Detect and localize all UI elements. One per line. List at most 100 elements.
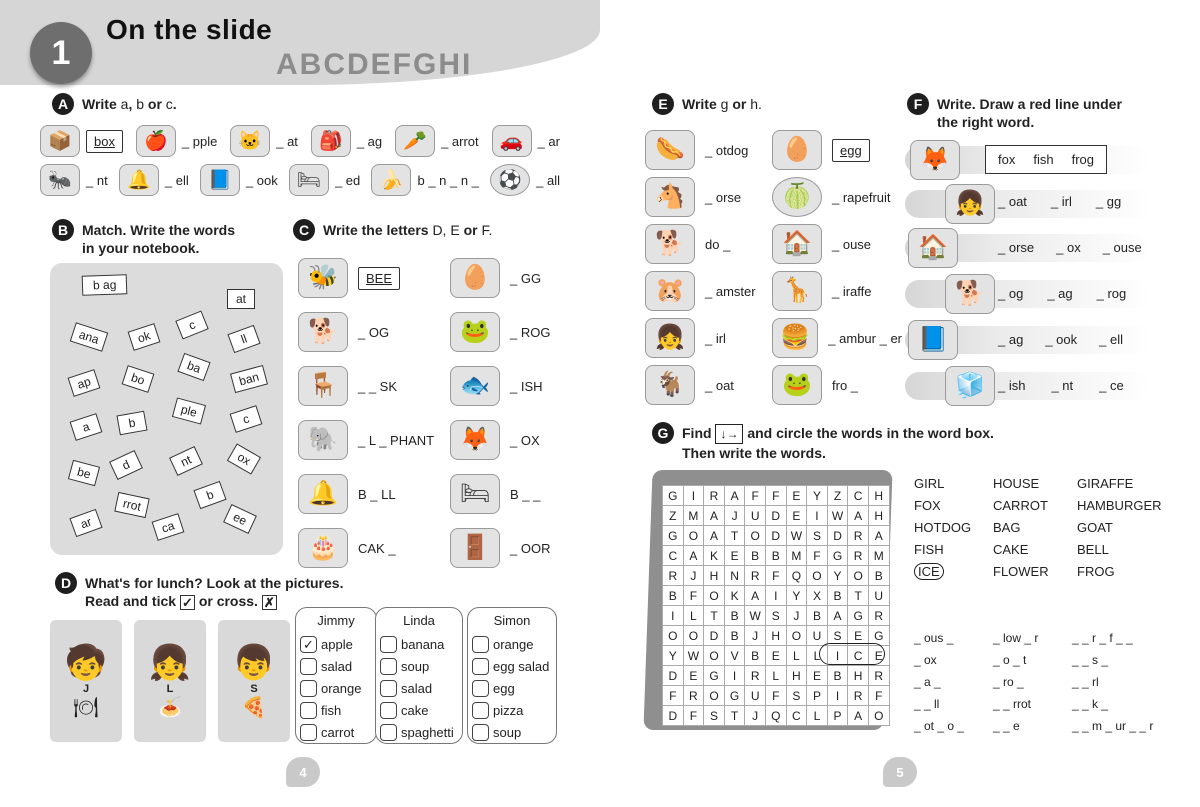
syllable-card[interactable]: ox [226,443,262,475]
e-word[interactable]: _ iraffe [832,284,872,299]
wordsearch-cell[interactable]: O [744,525,766,546]
blank-word[interactable]: _ _ rrot [993,693,1072,715]
wordsearch-cell[interactable]: I [826,685,849,706]
checkbox[interactable] [472,657,489,675]
syllable-card[interactable]: ba [177,352,211,382]
wordsearch-cell[interactable]: O [703,685,725,706]
a-word[interactable]: _ at [276,134,298,149]
wordsearch-cell[interactable]: L [764,665,787,686]
wordsearch-cell[interactable]: X [806,585,828,606]
syllable-card[interactable]: be [67,459,101,487]
a-word[interactable]: _ ell [165,173,189,188]
syllable-card[interactable]: a [69,413,103,441]
blank-word[interactable]: _ ot _ o _ [914,715,993,737]
wordsearch-cell[interactable]: W [744,605,766,626]
c-word[interactable]: _ GG [510,271,541,286]
wordsearch-cell[interactable]: E [723,545,746,566]
blank-word[interactable]: _ _ k _ [1072,693,1182,715]
wordsearch-cell[interactable]: D [703,625,725,646]
wordsearch-cell[interactable]: F [682,585,705,606]
wordsearch-cell[interactable]: T [703,605,725,626]
wordsearch-cell[interactable]: D [662,705,684,726]
wordsearch-cell[interactable]: O [867,705,890,726]
syllable-card[interactable]: ap [67,369,101,397]
wordsearch-cell[interactable]: O [806,565,828,586]
wordsearch-cell[interactable]: C [785,705,808,726]
syllable-card[interactable]: nt [169,446,203,476]
wordsearch-cell[interactable]: G [662,525,684,546]
wordsearch-cell[interactable]: N [723,565,746,586]
f-option[interactable]: _ ell [1099,332,1123,347]
wordsearch-cell[interactable]: L [785,645,808,666]
wordsearch-cell[interactable]: A [847,505,869,526]
wordsearch-cell[interactable]: G [826,545,849,566]
syllable-card[interactable]: ana [69,322,109,352]
f-option[interactable]: _ ag [998,332,1023,347]
syllable-card[interactable]: c [175,310,209,340]
c-word[interactable]: _ OOR [510,541,550,556]
c-word[interactable]: _ L _ PHANT [358,433,434,448]
wordsearch-cell[interactable]: W [682,645,705,666]
wordsearch-cell[interactable]: L [806,705,828,726]
c-word[interactable]: _ OX [510,433,540,448]
checkbox[interactable] [380,635,397,653]
syllable-card[interactable]: b [116,410,148,436]
e-word[interactable]: _ otdog [705,143,748,158]
checkbox[interactable] [472,701,489,719]
wordsearch-cell[interactable]: O [703,645,725,666]
f-option[interactable]: _ rog [1097,286,1127,301]
wordsearch-cell[interactable]: T [847,585,869,606]
wordsearch-cell[interactable]: W [826,505,849,526]
blank-word[interactable]: _ ox [914,649,993,671]
a-word[interactable]: _ arrot [441,134,479,149]
wordsearch-cell[interactable]: U [744,685,766,706]
wordsearch-cell[interactable]: J [785,605,808,626]
checkbox[interactable] [380,723,397,741]
wordsearch-cell[interactable]: H [847,665,869,686]
f-option[interactable]: _ orse [998,240,1034,255]
blank-word[interactable]: _ o _ t [993,649,1072,671]
f-option[interactable]: _ irl [1051,194,1072,209]
wordsearch-cell[interactable]: R [867,605,890,626]
blank-word[interactable]: _ _ rl [1072,671,1182,693]
wordsearch-cell[interactable]: U [744,505,766,526]
blank-word[interactable]: _ _ e [993,715,1072,737]
a-word[interactable]: _ pple [182,134,217,149]
wordsearch-cell[interactable]: B [867,565,890,586]
e-word[interactable]: do _ [705,237,730,252]
wordsearch-cell[interactable]: A [723,485,746,506]
checkbox[interactable] [380,657,397,675]
wordsearch-cell[interactable]: S [764,605,787,626]
wordsearch-cell[interactable]: B [826,665,849,686]
syllable-card[interactable]: ll [227,324,261,354]
wordsearch-cell[interactable]: E [682,665,705,686]
f-option[interactable]: _ og [998,286,1023,301]
syllable-card[interactable]: b [193,480,227,510]
e-word[interactable]: _ rapefruit [832,190,891,205]
syllable-card[interactable]: ban [229,364,269,394]
syllable-card[interactable]: rrot [114,491,150,519]
c-word[interactable]: B _ _ [510,487,540,502]
wordsearch-cell[interactable]: O [682,625,705,646]
blank-word[interactable]: _ low _ r [993,627,1072,649]
wordsearch-cell[interactable]: E [785,505,808,526]
wordsearch-cell[interactable]: U [806,625,828,646]
blank-word[interactable]: _ _ m _ ur _ _ r [1072,715,1182,737]
blank-word[interactable]: _ _ s _ [1072,649,1182,671]
a-word[interactable]: b _ n _ n _ [417,173,478,188]
wordsearch-cell[interactable]: G [847,605,869,626]
f-option[interactable]: _ nt [1051,378,1073,393]
f-option[interactable]: _ ox [1056,240,1081,255]
wordsearch-cell[interactable]: R [662,565,684,586]
wordsearch-cell[interactable]: M [682,505,705,526]
a-word[interactable]: _ ar [538,134,560,149]
wordsearch-cell[interactable]: O [785,625,808,646]
a-word[interactable]: _ nt [86,173,108,188]
syllable-card[interactable]: bo [121,365,155,393]
blank-word[interactable]: _ _ ll [914,693,993,715]
wordsearch-cell[interactable]: R [744,565,766,586]
e-word[interactable]: _ ouse [832,237,871,252]
wordsearch-cell[interactable]: C [662,545,684,566]
wordsearch-cell[interactable]: E [764,645,787,666]
wordsearch-cell[interactable]: G [662,485,684,506]
